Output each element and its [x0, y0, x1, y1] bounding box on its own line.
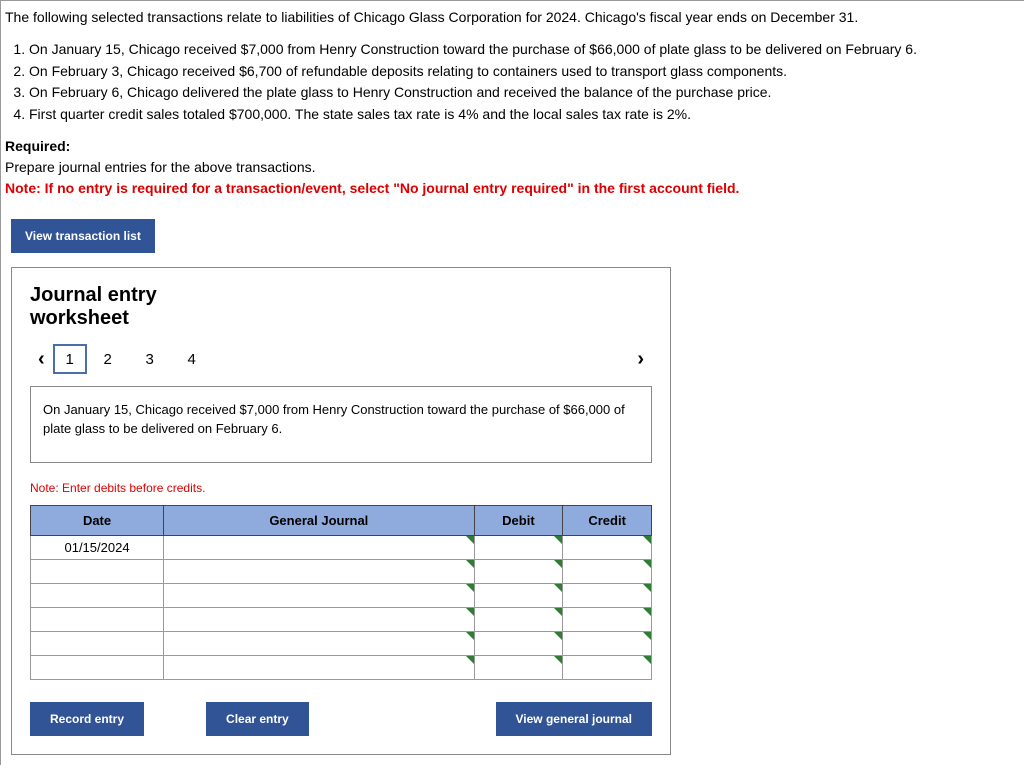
- transaction-item: On February 6, Chicago delivered the pla…: [29, 83, 1024, 103]
- dropdown-icon: [643, 632, 651, 640]
- debit-cell[interactable]: [474, 583, 563, 607]
- col-header-debit: Debit: [474, 505, 563, 535]
- page-2-tab[interactable]: 2: [91, 344, 125, 374]
- view-transaction-list-button[interactable]: View transaction list: [11, 219, 155, 253]
- dropdown-icon: [554, 536, 562, 544]
- debit-cell[interactable]: [474, 535, 563, 559]
- table-row: [31, 631, 652, 655]
- journal-entry-table: Date General Journal Debit Credit 01/15/…: [30, 505, 652, 680]
- table-row: [31, 583, 652, 607]
- required-note: Note: If no entry is required for a tran…: [5, 180, 739, 196]
- dropdown-icon: [643, 656, 651, 664]
- transaction-list: On January 15, Chicago received $7,000 f…: [1, 40, 1024, 136]
- debit-cell[interactable]: [474, 559, 563, 583]
- dropdown-icon: [554, 632, 562, 640]
- dropdown-icon: [466, 656, 474, 664]
- credit-cell[interactable]: [563, 535, 652, 559]
- chevron-right-icon[interactable]: ›: [629, 348, 652, 371]
- chevron-left-icon[interactable]: ‹: [30, 348, 53, 371]
- date-cell[interactable]: [31, 583, 164, 607]
- transaction-item: First quarter credit sales totaled $700,…: [29, 105, 1024, 125]
- date-cell[interactable]: [31, 631, 164, 655]
- dropdown-icon: [554, 608, 562, 616]
- debit-cell[interactable]: [474, 607, 563, 631]
- credit-cell[interactable]: [563, 607, 652, 631]
- pager: ‹ 1 2 3 4 ›: [30, 344, 652, 374]
- date-cell[interactable]: 01/15/2024: [31, 535, 164, 559]
- table-row: 01/15/2024: [31, 535, 652, 559]
- transaction-item: On February 3, Chicago received $6,700 o…: [29, 62, 1024, 82]
- dropdown-icon: [554, 656, 562, 664]
- note-debits-before-credits: Note: Enter debits before credits.: [30, 481, 652, 495]
- table-row: [31, 607, 652, 631]
- action-buttons-row: Record entry Clear entry View general jo…: [30, 702, 652, 736]
- debit-cell[interactable]: [474, 655, 563, 679]
- required-text: Prepare journal entries for the above tr…: [5, 159, 316, 175]
- dropdown-icon: [466, 560, 474, 568]
- dropdown-icon: [466, 584, 474, 592]
- page-1-tab[interactable]: 1: [53, 344, 87, 374]
- clear-entry-button[interactable]: Clear entry: [206, 702, 309, 736]
- dropdown-icon: [643, 536, 651, 544]
- entry-description: On January 15, Chicago received $7,000 f…: [30, 386, 652, 462]
- date-cell[interactable]: [31, 655, 164, 679]
- dropdown-icon: [554, 560, 562, 568]
- view-general-journal-button[interactable]: View general journal: [496, 702, 652, 736]
- worksheet-title: Journal entry worksheet: [30, 284, 652, 330]
- credit-cell[interactable]: [563, 559, 652, 583]
- debit-cell[interactable]: [474, 631, 563, 655]
- col-header-date: Date: [31, 505, 164, 535]
- dropdown-icon: [643, 608, 651, 616]
- account-cell[interactable]: [164, 583, 475, 607]
- dropdown-icon: [466, 536, 474, 544]
- table-row: [31, 655, 652, 679]
- account-cell[interactable]: [164, 535, 475, 559]
- account-cell[interactable]: [164, 559, 475, 583]
- account-cell[interactable]: [164, 631, 475, 655]
- col-header-credit: Credit: [563, 505, 652, 535]
- dropdown-icon: [554, 584, 562, 592]
- date-cell[interactable]: [31, 607, 164, 631]
- table-row: [31, 559, 652, 583]
- account-cell[interactable]: [164, 655, 475, 679]
- credit-cell[interactable]: [563, 631, 652, 655]
- dropdown-icon: [466, 608, 474, 616]
- account-cell[interactable]: [164, 607, 475, 631]
- col-header-general-journal: General Journal: [164, 505, 475, 535]
- journal-worksheet-panel: Journal entry worksheet ‹ 1 2 3 4 › On J…: [11, 267, 671, 754]
- date-cell[interactable]: [31, 559, 164, 583]
- transaction-item: On January 15, Chicago received $7,000 f…: [29, 40, 1024, 60]
- required-label: Required:: [5, 138, 70, 154]
- problem-intro: The following selected transactions rela…: [1, 1, 1024, 38]
- dropdown-icon: [643, 560, 651, 568]
- credit-cell[interactable]: [563, 583, 652, 607]
- credit-cell[interactable]: [563, 655, 652, 679]
- record-entry-button[interactable]: Record entry: [30, 702, 144, 736]
- dropdown-icon: [466, 632, 474, 640]
- dropdown-icon: [643, 584, 651, 592]
- page-4-tab[interactable]: 4: [175, 344, 209, 374]
- page-3-tab[interactable]: 3: [133, 344, 167, 374]
